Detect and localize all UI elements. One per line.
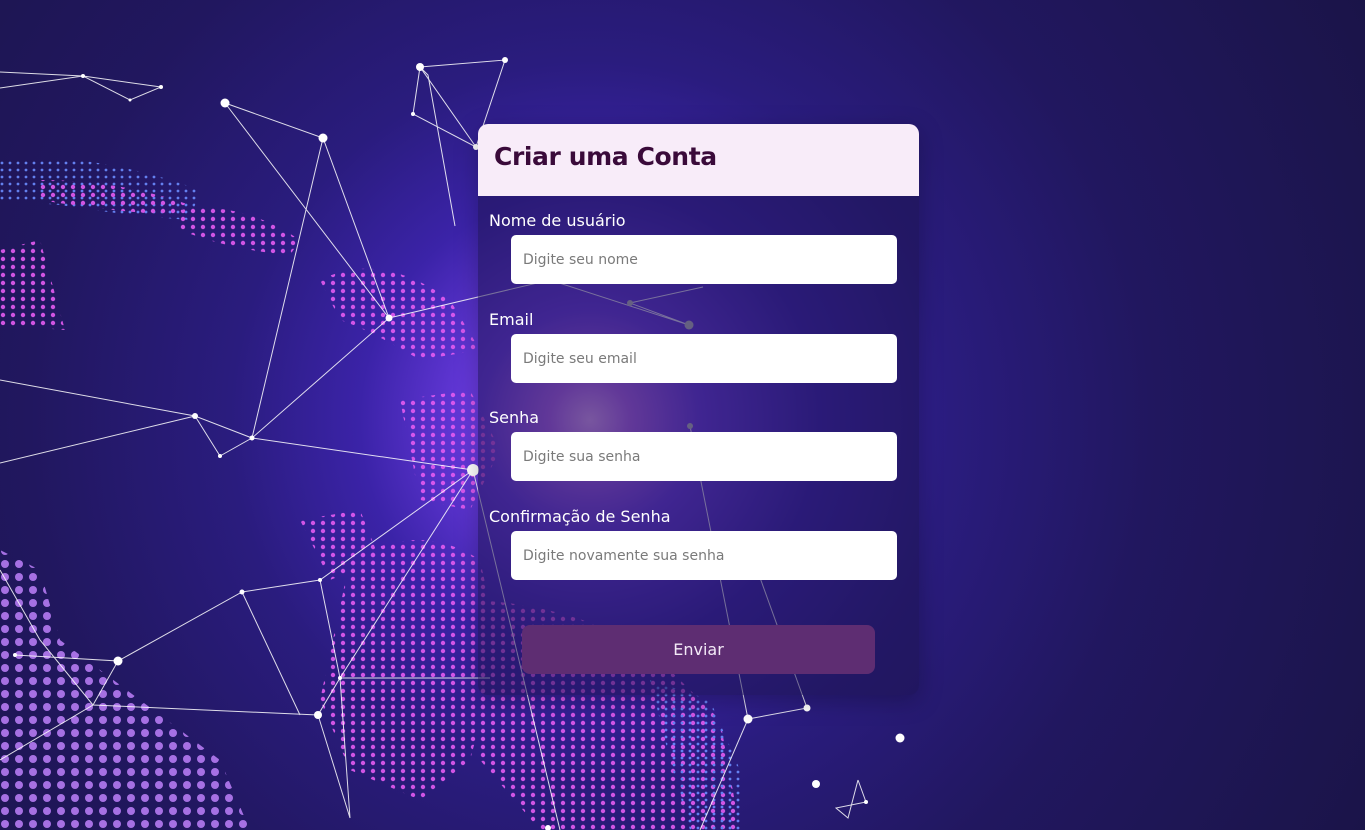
- username-input[interactable]: [511, 235, 897, 284]
- email-label: Email: [489, 310, 534, 329]
- username-label: Nome de usuário: [489, 211, 626, 230]
- password-input[interactable]: [511, 432, 897, 481]
- submit-button[interactable]: Enviar: [522, 625, 875, 674]
- confirm-password-label: Confirmação de Senha: [489, 507, 671, 526]
- confirm-password-input[interactable]: [511, 531, 897, 580]
- password-label: Senha: [489, 408, 540, 427]
- signup-card: Criar uma Conta Nome de usuário Email Se…: [478, 124, 919, 695]
- page-title: Criar uma Conta: [494, 142, 717, 171]
- card-header: Criar uma Conta: [478, 124, 919, 196]
- email-input[interactable]: [511, 334, 897, 383]
